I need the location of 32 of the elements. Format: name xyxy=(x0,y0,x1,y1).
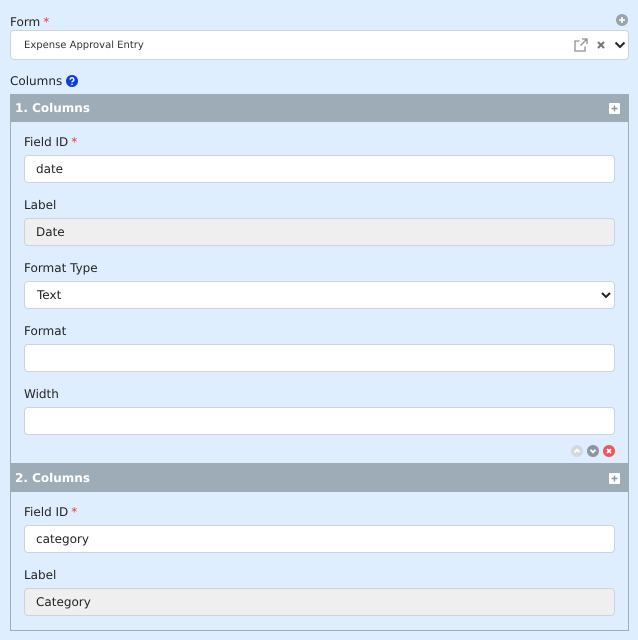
select-field[interactable]: Text xyxy=(24,281,615,309)
input-field[interactable]: date xyxy=(24,155,615,183)
remove-icon[interactable] xyxy=(603,445,615,457)
input-field[interactable]: Date xyxy=(24,218,615,246)
add-icon[interactable] xyxy=(609,472,620,484)
form-select[interactable]: Expense Approval Entry xyxy=(10,30,629,60)
field-label: Width xyxy=(24,386,59,402)
input-field[interactable] xyxy=(24,344,615,372)
add-icon[interactable] xyxy=(616,14,628,26)
close-icon[interactable] xyxy=(596,40,606,50)
field-label: Format xyxy=(24,323,66,339)
section-label: Columns xyxy=(10,73,62,89)
select-value: Expense Approval Entry xyxy=(24,40,145,50)
help-icon[interactable] xyxy=(66,75,78,87)
field-label: Field ID xyxy=(24,504,68,520)
field-label: Label xyxy=(24,567,56,583)
input-field[interactable] xyxy=(24,407,615,435)
field-label: Field ID xyxy=(24,134,68,150)
input-field[interactable]: category xyxy=(24,525,615,553)
input-field[interactable]: Category xyxy=(24,588,615,616)
chevron-down-icon[interactable] xyxy=(614,41,626,49)
field-label: Form xyxy=(10,14,40,30)
field-label: Format Type xyxy=(24,260,98,276)
required-mark: * xyxy=(71,134,78,150)
required-mark: * xyxy=(71,504,78,520)
required-mark: * xyxy=(43,15,50,29)
external-link-icon[interactable] xyxy=(574,38,588,52)
panel-title: 2. Columns xyxy=(15,471,90,485)
panel-title: 1. Columns xyxy=(15,101,90,115)
add-icon[interactable] xyxy=(609,102,620,114)
move-down-icon[interactable] xyxy=(587,445,599,457)
field-label: Label xyxy=(24,197,56,213)
